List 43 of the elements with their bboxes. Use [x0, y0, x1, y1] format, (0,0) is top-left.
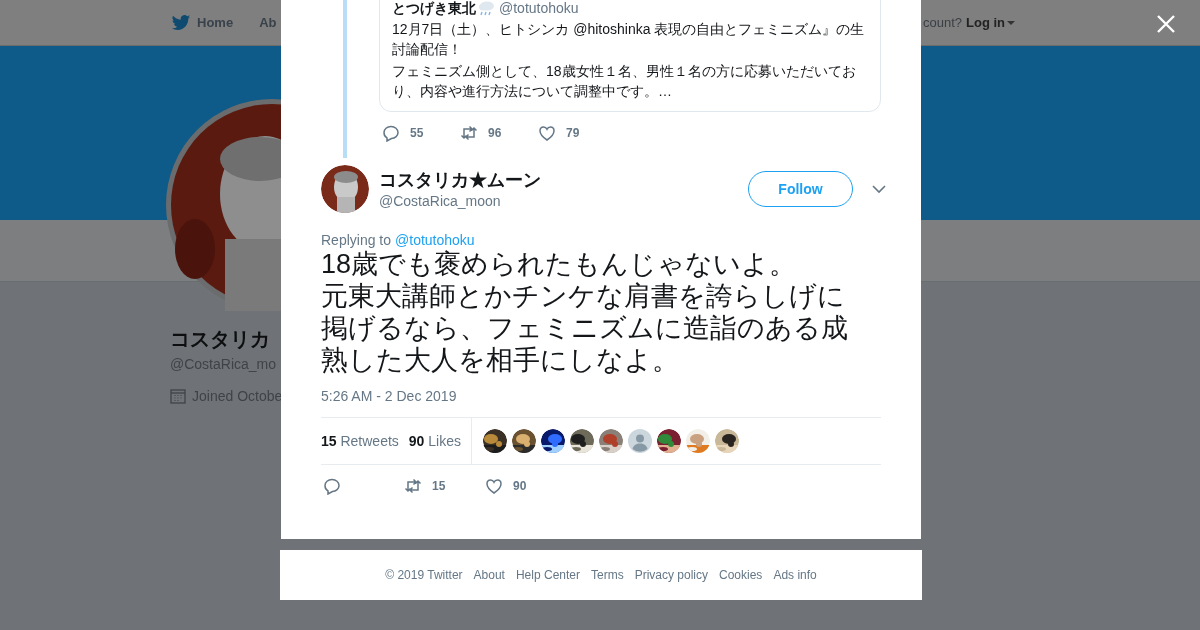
avatar-icon — [628, 429, 652, 453]
stat-link[interactable]: 15 Retweets — [321, 433, 399, 449]
footer-link[interactable]: Privacy policy — [634, 568, 708, 582]
quoted-tweet-text: フェミニズム側として、18歳女性１名、男性１名の方に応募いただいており、内容や進行方法について調整中です。… — [392, 62, 857, 101]
nav-link[interactable]: Ab — [259, 15, 277, 30]
like-button[interactable]: 79 — [538, 124, 616, 142]
caret-icon — [1007, 20, 1015, 25]
rain-cloud-icon — [477, 0, 495, 17]
nav-link[interactable]: Home — [171, 12, 234, 33]
like-button[interactable]: 90 — [485, 477, 566, 495]
calendar-icon — [170, 388, 186, 404]
footer-link[interactable]: Cookies — [719, 568, 763, 582]
retweet-icon — [460, 124, 478, 142]
mention-link[interactable]: @totutohoku — [395, 232, 475, 248]
quoted-tweet-text: 12月7日（土）、ヒトシンカ @hitoshinka 表現の自由とフェミニズム』の生討論配信！ — [392, 20, 866, 59]
login-button[interactable]: Log in — [966, 15, 1015, 30]
tweet-text: 元東大講師とかチンケな肩書を誇らしげに掲げるなら、フェミニズムに造詣のある成熟した大人を相手にしなよ。 — [321, 280, 849, 376]
footer-link[interactable]: About — [473, 568, 505, 582]
bird-icon — [171, 12, 191, 33]
copyright-text: © 2019 Twitter — [385, 568, 463, 582]
tweet-timestamp: 5:26 AM - 2 Dec 2019 — [321, 388, 458, 404]
footer-link[interactable]: Ads info — [773, 568, 817, 582]
account-prompt: count? — [922, 15, 962, 30]
footer-link[interactable]: Help Center — [515, 568, 580, 582]
retweet-button[interactable]: 96 — [460, 124, 538, 142]
profile-name: コスタリカ — [170, 327, 270, 352]
heart-icon — [538, 124, 556, 142]
reply-icon — [382, 124, 400, 142]
retweet-button[interactable]: 15 — [404, 477, 485, 495]
quoted-tweet-card[interactable]: とつげき東北 @totutohoku 12月7日（土）、ヒトシンカ @hitoshinka 表現の自由とフェミニズム』の生討論配信！ フェミニズム側として、18歳女性１名、男性１名の方に応募いただいており、内容や進行方法について調整中です。… — [379, 0, 881, 112]
follow-button[interactable]: Follow — [748, 171, 853, 207]
retweet-icon — [404, 477, 422, 495]
heart-icon — [485, 477, 503, 495]
author-name: とつげき東北 — [392, 0, 476, 17]
replying-label: Replying to — [321, 232, 392, 248]
footer-link[interactable]: Terms — [591, 568, 624, 582]
reply-icon — [323, 477, 341, 495]
author-handle: @totutohoku — [499, 0, 579, 17]
tweet-text: 18歳でも褒められたもんじゃないよ。 — [321, 248, 798, 280]
author-handle: @CostaRica_moon — [379, 193, 502, 209]
stat-link[interactable]: 90 Likes — [408, 433, 461, 449]
author-name: コスタリカ★ムーン — [379, 169, 541, 191]
reply-button[interactable]: 55 — [382, 124, 460, 142]
